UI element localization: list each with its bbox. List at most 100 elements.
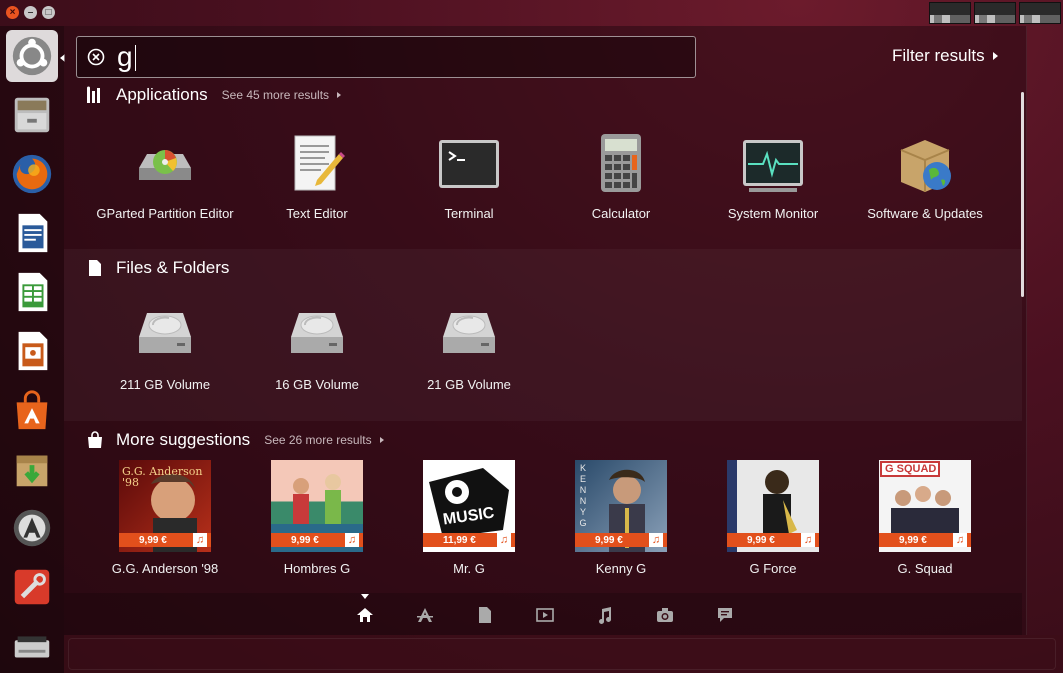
album-tile[interactable]: 9,99 € ♫ Hombres G [247,460,387,576]
more-arrow-icon [379,437,384,443]
price-label: 9,99 € [291,534,319,546]
system-load-indicator[interactable] [929,2,1061,24]
file-tile-volume[interactable]: 16 GB Volume [247,303,387,393]
files-lens-icon[interactable] [475,605,495,625]
filter-expand-icon [992,52,998,60]
album-tile[interactable]: KENNY G 9,99 € ♫ Kenny G [551,460,691,576]
app-tile-label: System Monitor [727,206,819,221]
search-query: g [117,40,133,72]
music-note-icon: ♫ [193,533,207,547]
music-note-icon: ♫ [649,533,663,547]
file-tile-volume[interactable]: 21 GB Volume [399,303,539,393]
shopping-bag-icon [88,431,102,448]
price-label: 9,99 € [595,534,623,546]
hard-drive-icon [437,303,501,367]
calculator-icon [589,132,653,196]
terminal-icon [437,132,501,196]
text-editor-icon [285,132,349,196]
app-tile-label: GParted Partition Editor [96,206,234,221]
suggestions-section: More suggestions See 26 more results G.G… [64,421,1022,591]
music-note-icon: ♫ [497,533,511,547]
system-monitor-icon [741,132,805,196]
software-updates-icon [893,132,957,196]
close-button[interactable]: × [6,6,19,19]
price-tag: 11,99 € ♫ [423,533,515,547]
price-label: 11,99 € [443,534,476,546]
minimize-button[interactable]: – [24,6,37,19]
clear-search-icon[interactable] [87,48,105,66]
price-tag: 9,99 € ♫ [271,533,363,547]
cpu-graph [929,2,971,24]
file-tile-label: 211 GB Volume [119,377,211,392]
suggestions-more-link[interactable]: See 26 more results [264,433,384,447]
album-cover: G.G. Anderson '98 9,99 € ♫ [119,460,211,552]
firefox-icon[interactable] [6,148,58,200]
search-input[interactable]: g [117,40,136,72]
libreoffice-calc-icon[interactable] [6,266,58,318]
music-note-icon: ♫ [953,533,967,547]
album-tile[interactable]: G.G. Anderson '98 9,99 € ♫ G.G. Anderson … [95,460,235,576]
photo-lens-icon[interactable] [655,605,675,625]
results-scrollbar[interactable] [1021,92,1024,297]
suggestions-more-label: See 26 more results [264,433,372,447]
software-updater-icon[interactable] [6,502,58,554]
libreoffice-writer-icon[interactable] [6,207,58,259]
memory-graph [974,2,1016,24]
filter-results-button[interactable]: Filter results [892,46,998,66]
app-tile-calculator[interactable]: Calculator [551,132,691,222]
dash-frame [68,638,1056,670]
files-category-icon [89,260,101,276]
app-tile-gparted[interactable]: GParted Partition Editor [95,132,235,222]
files-header: Files & Folders [86,257,229,279]
suggestions-title: More suggestions [116,430,251,449]
album-tile[interactable]: 9,99 € ♫ G Force [703,460,843,576]
album-cover-text: KENNY G [579,463,587,528]
album-cover: G SQUAD 9,99 € ♫ [879,460,971,552]
app-tile-label: Calculator [591,206,651,221]
album-tile[interactable]: G SQUAD 9,99 € ♫ G. Squad [855,460,995,576]
suggestions-header: More suggestions See 26 more results [86,429,384,451]
applications-section: Applications See 45 more results GParted… [64,84,1022,249]
launcher [0,26,64,673]
search-field[interactable]: g [76,36,696,78]
app-tile-text-editor[interactable]: Text Editor [247,132,387,222]
text-caret [134,45,136,72]
album-cover: MUSIC 11,99 € ♫ [423,460,515,552]
scanner-icon[interactable] [6,620,58,672]
album-label: Hombres G [283,561,351,576]
price-tag: 9,99 € ♫ [119,533,211,547]
maximize-button[interactable]: □ [42,6,55,19]
window-controls: × – □ [6,6,55,19]
app-tile-system-monitor[interactable]: System Monitor [703,132,843,222]
update-manager-icon[interactable] [6,443,58,495]
ubuntu-dash-icon[interactable] [6,30,58,82]
applications-more-link[interactable]: See 45 more results [221,88,342,102]
music-lens-icon[interactable] [595,605,615,625]
home-lens-icon[interactable] [355,605,375,625]
price-tag: 9,99 € ♫ [727,533,819,547]
album-label: Kenny G [595,561,647,576]
applications-category-icon [87,86,100,103]
file-tile-volume[interactable]: 211 GB Volume [95,303,235,393]
applications-more-label: See 45 more results [221,88,330,102]
file-manager-icon[interactable] [6,89,58,141]
applications-lens-icon[interactable] [415,605,435,625]
album-cover: 9,99 € ♫ [727,460,819,552]
ubuntu-software-center-icon[interactable] [6,384,58,436]
file-tile-label: 16 GB Volume [275,377,359,392]
social-lens-icon[interactable] [715,605,735,625]
app-tile-label: Terminal [444,206,494,221]
gparted-icon [133,132,197,196]
video-lens-icon[interactable] [535,605,555,625]
file-tile-label: 21 GB Volume [427,377,511,392]
album-label: Mr. G [453,561,485,576]
app-tile-terminal[interactable]: Terminal [399,132,539,222]
app-tile-software-updates[interactable]: Software & Updates [855,132,995,222]
music-note-icon: ♫ [801,533,815,547]
price-label: 9,99 € [747,534,775,546]
album-tile[interactable]: MUSIC 11,99 € ♫ Mr. G [399,460,539,576]
album-cover-text: G.G. Anderson '98 [122,465,203,489]
libreoffice-impress-icon[interactable] [6,325,58,377]
album-cover: 9,99 € ♫ [271,460,363,552]
system-settings-icon[interactable] [6,561,58,613]
